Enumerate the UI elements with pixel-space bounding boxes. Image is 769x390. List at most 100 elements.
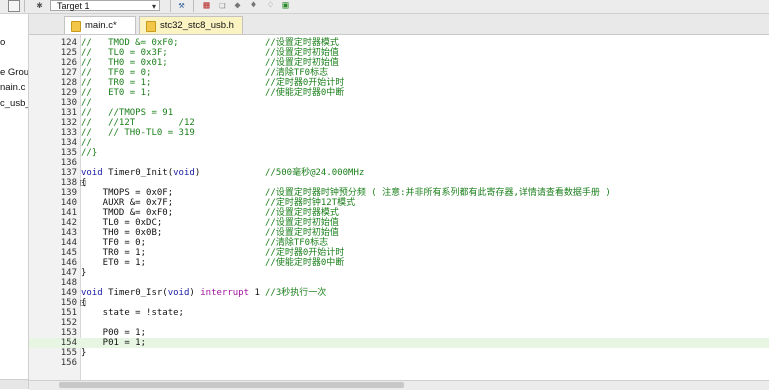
code-text: TMOD &= 0xF0; bbox=[81, 208, 174, 218]
line-number: 154 bbox=[60, 338, 77, 348]
code-text: } bbox=[81, 348, 87, 358]
tab-main-c[interactable]: main.c* bbox=[64, 16, 136, 34]
code-text: // TMOD &= 0xF0; bbox=[81, 38, 179, 48]
code-text: // TH0 = 0x01; bbox=[81, 58, 168, 68]
code-line[interactable]: 156 bbox=[29, 358, 769, 368]
code-line[interactable]: 148 bbox=[29, 278, 769, 288]
code-line[interactable]: 150 □{ bbox=[29, 298, 769, 308]
code-line[interactable]: 151 state = !state; bbox=[29, 308, 769, 318]
book-icon[interactable]: ▣ bbox=[280, 0, 291, 11]
code-line[interactable]: 152 bbox=[29, 318, 769, 328]
code-text: TR0 = 1; bbox=[81, 248, 147, 258]
line-number: 146 bbox=[60, 258, 77, 268]
code-line[interactable]: 144 TF0 = 0; //清除TF0标志 bbox=[29, 238, 769, 248]
code-text: ET0 = 1; bbox=[81, 258, 147, 268]
code-comment: //使能定时器0中断 bbox=[265, 88, 345, 98]
code-text: // ET0 = 1; bbox=[81, 88, 152, 98]
line-number: 155 bbox=[60, 348, 77, 358]
file-icon bbox=[71, 21, 81, 32]
code-line[interactable]: 146 ET0 = 1; //使能定时器0中断 bbox=[29, 258, 769, 268]
file-icon bbox=[146, 21, 156, 32]
line-number: 138 bbox=[60, 178, 77, 188]
code-line[interactable]: 130 // bbox=[29, 98, 769, 108]
code-text: // TR0 = 1; bbox=[81, 78, 152, 88]
code-line[interactable]: 131 // //TMOPS = 91 bbox=[29, 108, 769, 118]
code-line[interactable]: 129 // ET0 = 1; //使能定时器0中断 bbox=[29, 88, 769, 98]
code-text: // //TMOPS = 91 bbox=[81, 108, 174, 118]
code-line[interactable]: 135 //} bbox=[29, 148, 769, 158]
line-number: 143 bbox=[60, 228, 77, 238]
code-line[interactable]: 153 P00 = 1; bbox=[29, 328, 769, 338]
project-tree-item[interactable]: e Grou bbox=[0, 67, 28, 78]
line-number: 145 bbox=[60, 248, 77, 258]
code-line[interactable]: 139 TMOPS = 0x0F; //设置定时器时钟预分频 ( 注意:并非所有系… bbox=[29, 188, 769, 198]
toolbar-separator bbox=[170, 0, 171, 12]
code-text: } bbox=[81, 268, 87, 278]
code-editor[interactable]: 124 // TMOD &= 0xF0; //设置定时器模式 125 // TL0 = … bbox=[29, 35, 769, 390]
code-line[interactable]: 132 // //12T /12 bbox=[29, 118, 769, 128]
code-line[interactable]: 125 // TL0 = 0x3F; //设置定时初始值 bbox=[29, 48, 769, 58]
tab-stc32-usb-h[interactable]: stc32_stc8_usb.h bbox=[139, 16, 243, 34]
line-number: 129 bbox=[60, 88, 77, 98]
code-comment: //定时器0开始计时 bbox=[265, 248, 345, 258]
code-line[interactable]: 126 // TH0 = 0x01; //设置定时初始值 bbox=[29, 58, 769, 68]
line-number: 141 bbox=[60, 208, 77, 218]
runtime-icon[interactable]: ♦ bbox=[248, 0, 259, 11]
code-line[interactable]: 149 void Timer0_Isr(void) interrupt 1 //3秒… bbox=[29, 288, 769, 298]
project-tree-item[interactable]: c_usb_ bbox=[0, 98, 28, 109]
code-line[interactable]: 138 □{ bbox=[29, 178, 769, 188]
code-comment: //设置定时器模式 bbox=[265, 208, 339, 218]
project-tree-item[interactable]: nain.c bbox=[0, 82, 25, 93]
code-line[interactable]: 147} bbox=[29, 268, 769, 278]
window-icon[interactable] bbox=[8, 0, 20, 12]
code-line[interactable]: 154 P01 = 1; bbox=[29, 338, 769, 348]
manage-project-icon[interactable]: ⚒ bbox=[176, 0, 187, 11]
code-text: { bbox=[81, 298, 87, 308]
project-panel: o e Grou nain.c c_usb_ bbox=[0, 14, 29, 389]
code-line[interactable]: 137 void Timer0_Init(void) //500毫秒@24.000M… bbox=[29, 168, 769, 178]
code-text: void Timer0_Isr(void) interrupt 1 bbox=[81, 288, 260, 298]
code-line[interactable]: 140 AUXR &= 0x7F; //定时器时钟12T模式 bbox=[29, 198, 769, 208]
code-line[interactable]: 143 TH0 = 0x0B; //设置定时初始值 bbox=[29, 228, 769, 238]
code-line[interactable]: 128 // TR0 = 1; //定时器0开始计时 bbox=[29, 78, 769, 88]
code-line[interactable]: 124 // TMOD &= 0xF0; //设置定时器模式 bbox=[29, 38, 769, 48]
line-number: 139 bbox=[60, 188, 77, 198]
scrollbar-thumb[interactable] bbox=[59, 382, 404, 388]
sidebar-scrollbar[interactable] bbox=[0, 379, 28, 389]
component-icon[interactable]: ◆ bbox=[232, 0, 243, 11]
build-toolbar: ✱ Target 1 ▾ ⚒ ▦ ❏ ◆ ♦ ♢ ▣ bbox=[0, 0, 769, 14]
pack-installer-icon[interactable]: ▦ bbox=[201, 0, 212, 11]
tab-label: main.c* bbox=[85, 20, 117, 31]
code-line[interactable]: 133 // // TH0-TL0 = 319 bbox=[29, 128, 769, 138]
line-number: 136 bbox=[60, 158, 77, 168]
line-number: 132 bbox=[60, 118, 77, 128]
code-text: TMOPS = 0x0F; bbox=[81, 188, 174, 198]
code-comment: //设置定时初始值 bbox=[265, 58, 339, 68]
code-text: { bbox=[81, 178, 87, 188]
code-text: state = !state; bbox=[81, 308, 184, 318]
code-text: TF0 = 0; bbox=[81, 238, 147, 248]
code-comment: //设置定时初始值 bbox=[265, 48, 339, 58]
code-line[interactable]: 145 TR0 = 1; //定时器0开始计时 bbox=[29, 248, 769, 258]
code-line[interactable]: 141 TMOD &= 0xF0; //设置定时器模式 bbox=[29, 208, 769, 218]
code-line[interactable]: 134 // bbox=[29, 138, 769, 148]
code-line[interactable]: 155} bbox=[29, 348, 769, 358]
line-number: 150 bbox=[60, 298, 77, 308]
target-select[interactable]: Target 1 ▾ bbox=[50, 0, 160, 11]
settings-icon[interactable]: ♢ bbox=[265, 0, 276, 11]
layers-icon[interactable]: ❏ bbox=[217, 0, 228, 11]
code-line[interactable]: 127 // TF0 = 0; //清除TF0标志 bbox=[29, 68, 769, 78]
line-number: 128 bbox=[60, 78, 77, 88]
line-number: 126 bbox=[60, 58, 77, 68]
code-line[interactable]: 136 bbox=[29, 158, 769, 168]
target-options-icon[interactable]: ✱ bbox=[34, 0, 45, 11]
code-text: P01 = 1; bbox=[81, 338, 147, 348]
code-text: // bbox=[81, 98, 92, 108]
toolbar-separator bbox=[193, 0, 194, 12]
project-tree-item[interactable]: o bbox=[0, 37, 5, 48]
code-line[interactable]: 142 TL0 = 0xDC; //设置定时初始值 bbox=[29, 218, 769, 228]
line-number: 130 bbox=[60, 98, 77, 108]
line-number: 124 bbox=[60, 38, 77, 48]
line-number: 137 bbox=[60, 168, 77, 178]
line-number: 151 bbox=[60, 308, 77, 318]
